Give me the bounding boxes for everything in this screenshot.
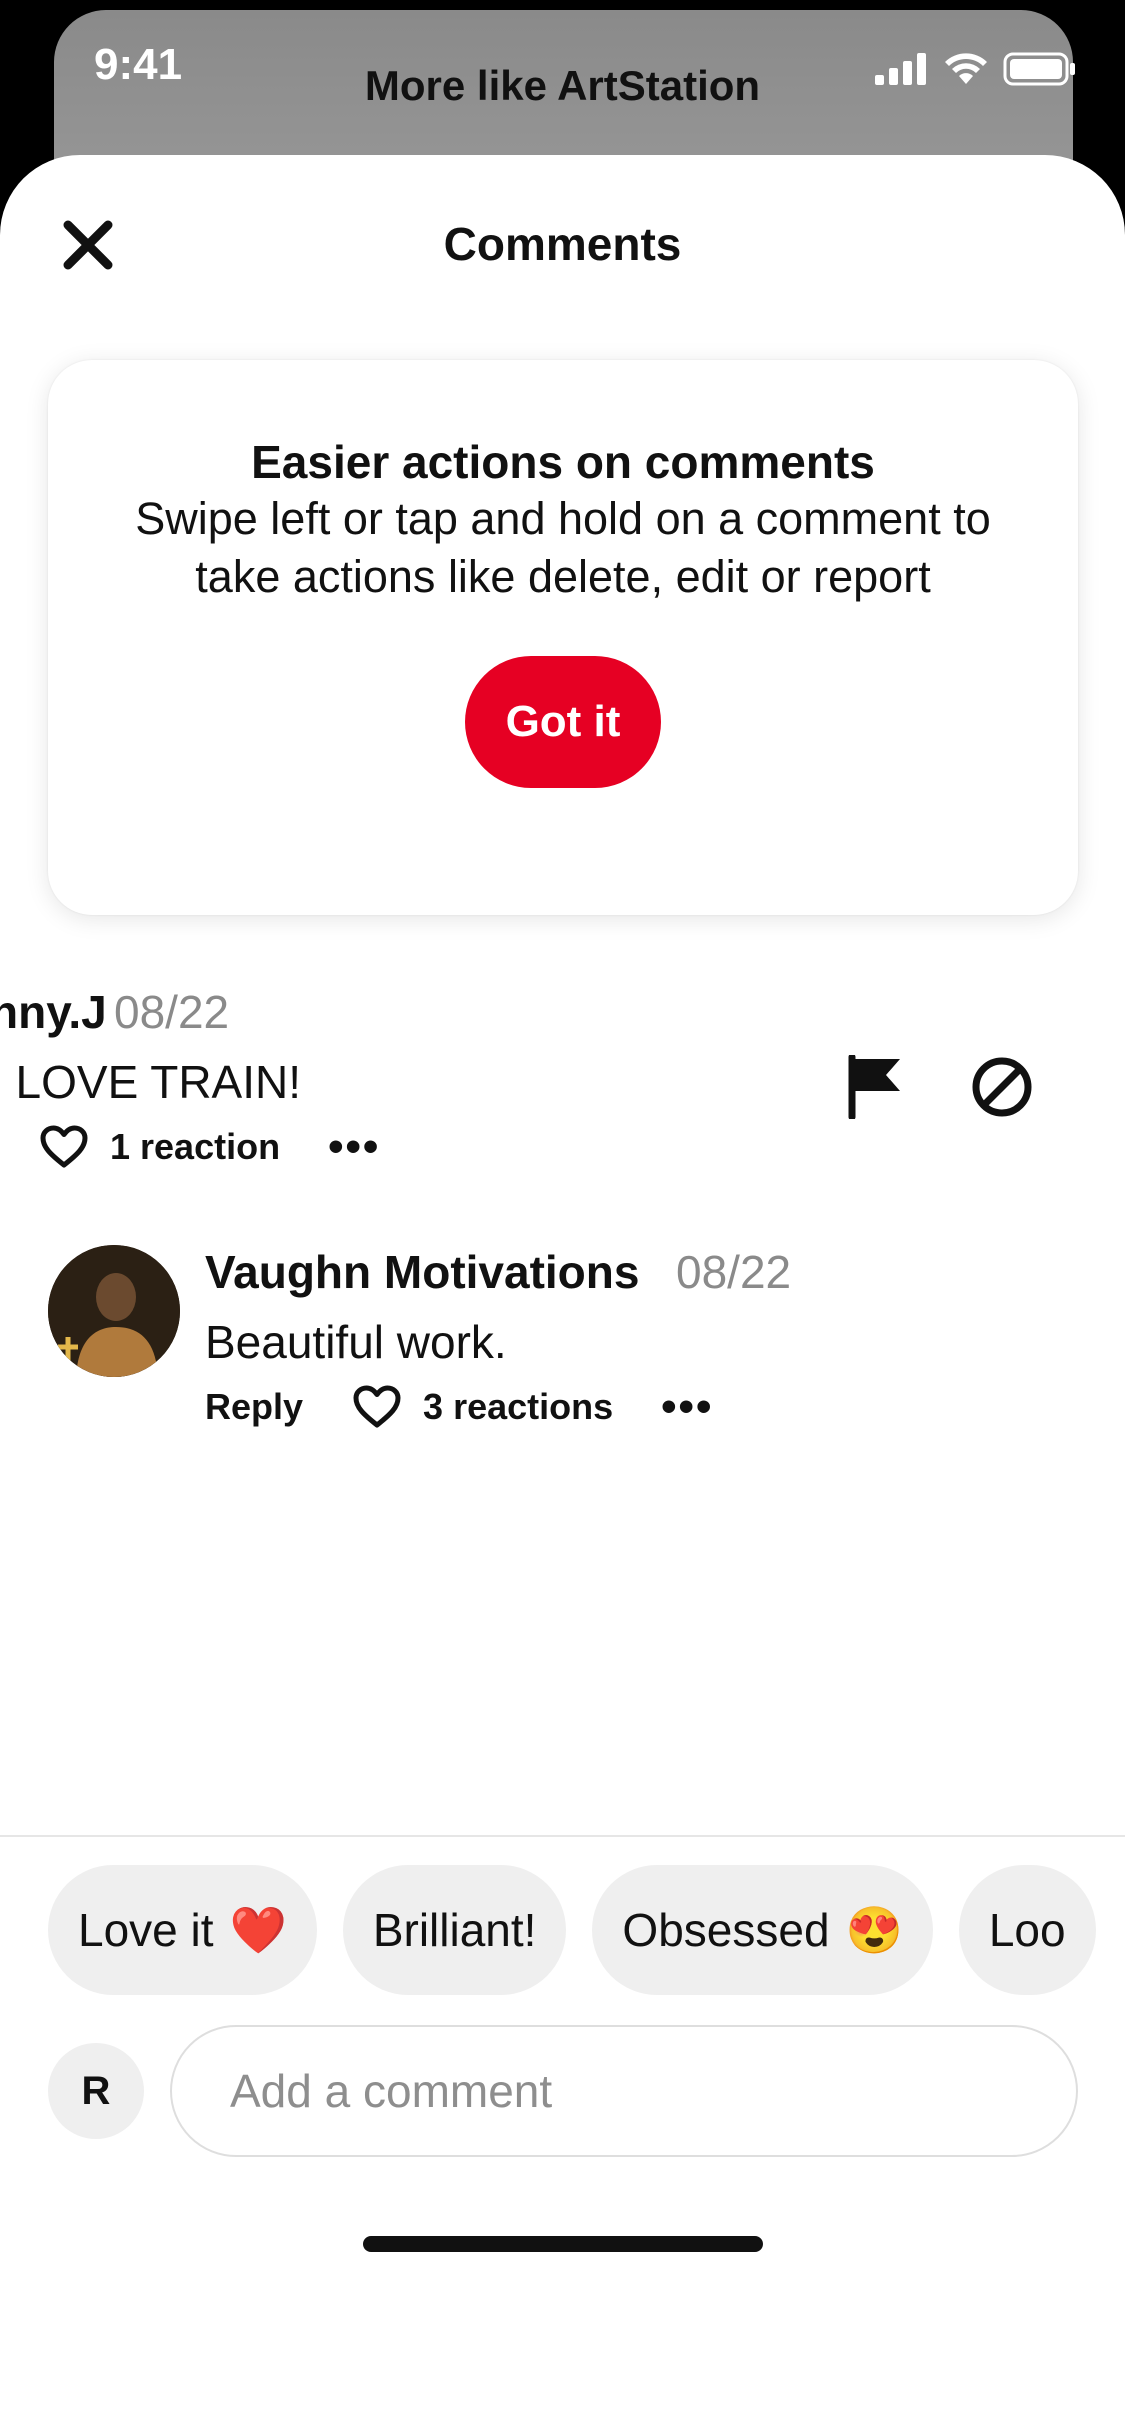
heart-icon [353, 1385, 401, 1428]
quick-reply-chip[interactable]: Loo [958, 1865, 1096, 1995]
status-icons [875, 52, 1077, 86]
flag-icon [848, 1053, 900, 1121]
report-button[interactable] [846, 1053, 906, 1124]
comment-text: , LOVE TRAIN! [0, 1056, 302, 1108]
avatar-portrait-icon [48, 1245, 180, 1377]
reaction-count: 1 reaction [110, 1126, 281, 1167]
comment-item[interactable]: Vaughn Motivations 08/22 Beautiful work.… [48, 1245, 1048, 1465]
heart-icon [40, 1125, 88, 1168]
sheet-header: Comments [0, 155, 1125, 335]
reaction-button[interactable]: 3 reactions [353, 1385, 613, 1429]
quick-reply-chip[interactable]: Obsessed 😍 [592, 1865, 933, 1995]
sheet-title: Comments [443, 218, 682, 270]
avatar[interactable] [48, 1245, 180, 1377]
heart-emoji-icon: ❤️ [229, 1903, 287, 1956]
battery-icon [1003, 52, 1075, 86]
reply-button[interactable]: Reply [205, 1386, 303, 1428]
comment-composer: R [48, 2025, 1078, 2157]
comment-date: 08/22 [676, 1246, 792, 1298]
user-avatar[interactable]: R [48, 2043, 144, 2139]
tip-card: Easier actions on comments Swipe left or… [48, 360, 1078, 915]
heart-eyes-emoji-icon: 😍 [845, 1903, 903, 1956]
reaction-count: 3 reactions [423, 1386, 614, 1427]
divider [0, 1835, 1125, 1837]
tip-title: Easier actions on comments [251, 436, 875, 488]
comment-input[interactable] [170, 2025, 1078, 2157]
home-indicator[interactable] [363, 2236, 763, 2252]
quick-reply-chip[interactable]: Love it ❤️ [48, 1865, 317, 1995]
comment-item[interactable]: nny.J 08/22 , LOVE TRAIN! 1 reaction ••• [0, 985, 1125, 1185]
chip-label: Obsessed [622, 1904, 830, 1956]
comment-author[interactable]: nny.J [0, 985, 107, 1039]
comment-actions: Reply 3 reactions ••• [205, 1385, 713, 1429]
chip-label: Love it [78, 1904, 214, 1956]
block-icon [972, 1057, 1032, 1117]
more-options-icon[interactable]: ••• [328, 1125, 380, 1169]
comment-actions: 1 reaction ••• [0, 1125, 380, 1169]
tip-body: Swipe left or tap and hold on a comment … [135, 493, 991, 602]
comment-text: Beautiful work. [205, 1316, 507, 1368]
got-it-button[interactable]: Got it [465, 656, 661, 788]
chip-label: Loo [988, 1904, 1066, 1956]
signal-icon [875, 53, 926, 85]
wifi-icon [945, 53, 987, 84]
chip-label: Brilliant! [372, 1904, 537, 1956]
comment-date: 08/22 [114, 986, 230, 1038]
more-options-icon[interactable]: ••• [661, 1385, 713, 1429]
block-button[interactable] [970, 1055, 1034, 1124]
reaction-button[interactable]: 1 reaction [40, 1125, 280, 1169]
comment-author[interactable]: Vaughn Motivations [205, 1245, 639, 1299]
quick-reply-chip[interactable]: Brilliant! [342, 1865, 567, 1995]
quick-reply-chips: Love it ❤️ Brilliant! Obsessed 😍 Loo [48, 1865, 1096, 1995]
